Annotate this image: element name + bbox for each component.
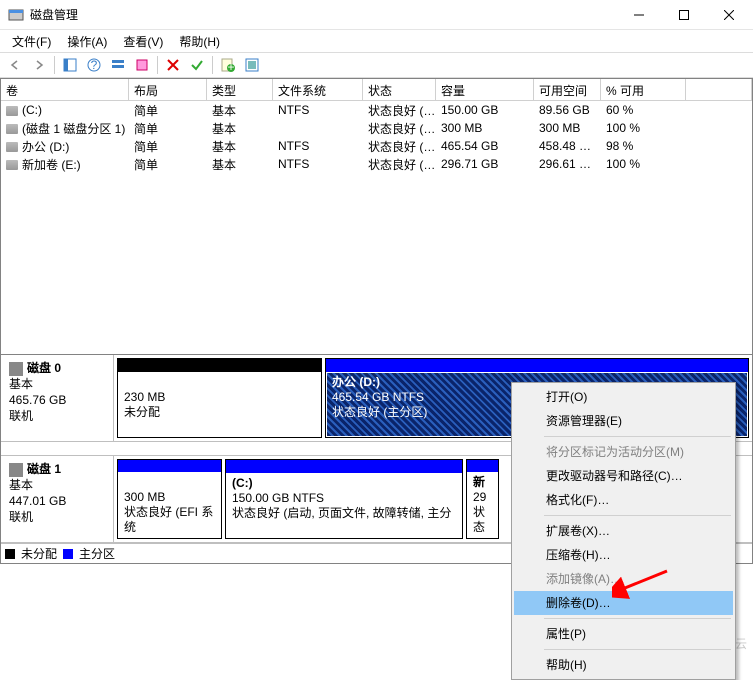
table-row[interactable]: 新加卷 (E:) 简单 基本 NTFS 状态良好 (… 296.71 GB 29… xyxy=(1,155,752,173)
menu-shrink[interactable]: 压缩卷(H)… xyxy=(514,543,733,567)
volume-icon xyxy=(6,142,18,152)
menu-mark-active: 将分区标记为活动分区(M) xyxy=(514,440,733,464)
help-icon[interactable]: ? xyxy=(83,54,105,76)
disk-icon xyxy=(9,362,23,376)
delete-icon[interactable] xyxy=(162,54,184,76)
col-free[interactable]: 可用空间 xyxy=(534,79,601,101)
menu-delete-volume[interactable]: 删除卷(D)… xyxy=(514,591,733,615)
list-icon[interactable] xyxy=(107,54,129,76)
disk-info[interactable]: 磁盘 1 基本 447.01 GB 联机 xyxy=(1,456,114,542)
maximize-button[interactable] xyxy=(661,1,706,29)
partition-unallocated[interactable]: 230 MB 未分配 xyxy=(117,358,322,438)
volume-icon xyxy=(6,124,18,134)
col-type[interactable]: 类型 xyxy=(207,79,273,101)
volume-table: 卷 布局 类型 文件系统 状态 容量 可用空间 % 可用 (C:) 简单 基本 … xyxy=(0,78,753,355)
col-layout[interactable]: 布局 xyxy=(129,79,207,101)
back-icon[interactable] xyxy=(4,54,26,76)
checkmark-icon[interactable] xyxy=(186,54,208,76)
table-row[interactable]: 办公 (D:) 简单 基本 NTFS 状态良好 (… 465.54 GB 458… xyxy=(1,137,752,155)
col-filesystem[interactable]: 文件系统 xyxy=(273,79,363,101)
minimize-button[interactable] xyxy=(616,1,661,29)
menu-change-letter[interactable]: 更改驱动器号和路径(C)… xyxy=(514,464,733,488)
col-volume[interactable]: 卷 xyxy=(1,79,129,101)
volume-icon xyxy=(6,160,18,170)
new-volume-icon[interactable]: + xyxy=(217,54,239,76)
settings-icon[interactable] xyxy=(241,54,263,76)
app-icon xyxy=(8,7,24,23)
menu-open[interactable]: 打开(O) xyxy=(514,385,733,409)
toolbar: ? + xyxy=(0,52,753,78)
forward-icon[interactable] xyxy=(28,54,50,76)
disk-icon xyxy=(9,463,23,477)
menu-view[interactable]: 查看(V) xyxy=(115,31,171,52)
volume-icon xyxy=(6,106,18,116)
action-icon[interactable] xyxy=(131,54,153,76)
menu-help[interactable]: 帮助(H) xyxy=(171,31,228,52)
menu-extend[interactable]: 扩展卷(X)… xyxy=(514,519,733,543)
close-button[interactable] xyxy=(706,1,751,29)
partition[interactable]: (C:) 150.00 GB NTFS 状态良好 (启动, 页面文件, 故障转储… xyxy=(225,459,463,539)
menu-file[interactable]: 文件(F) xyxy=(4,31,59,52)
col-capacity[interactable]: 容量 xyxy=(436,79,534,101)
partition[interactable]: 新 29 状态 xyxy=(466,459,499,539)
menu-action[interactable]: 操作(A) xyxy=(59,31,115,52)
col-percent[interactable]: % 可用 xyxy=(601,79,686,101)
window-title: 磁盘管理 xyxy=(30,6,616,23)
table-header: 卷 布局 类型 文件系统 状态 容量 可用空间 % 可用 xyxy=(1,79,752,101)
col-status[interactable]: 状态 xyxy=(363,79,436,101)
titlebar: 磁盘管理 xyxy=(0,0,753,30)
svg-text:?: ? xyxy=(91,58,98,72)
menu-format[interactable]: 格式化(F)… xyxy=(514,488,733,512)
view-icon[interactable] xyxy=(59,54,81,76)
menu-explorer[interactable]: 资源管理器(E) xyxy=(514,409,733,433)
menu-mirror: 添加镜像(A)… xyxy=(514,567,733,591)
disk-info[interactable]: 磁盘 0 基本 465.76 GB 联机 xyxy=(1,355,114,441)
menu-help[interactable]: 帮助(H) xyxy=(514,653,733,677)
svg-text:+: + xyxy=(227,60,234,72)
context-menu: 打开(O) 资源管理器(E) 将分区标记为活动分区(M) 更改驱动器号和路径(C… xyxy=(511,382,736,680)
menubar: 文件(F) 操作(A) 查看(V) 帮助(H) xyxy=(0,30,753,52)
table-body: (C:) 简单 基本 NTFS 状态良好 (… 150.00 GB 89.56 … xyxy=(1,101,752,173)
menu-properties[interactable]: 属性(P) xyxy=(514,622,733,646)
table-row[interactable]: (C:) 简单 基本 NTFS 状态良好 (… 150.00 GB 89.56 … xyxy=(1,101,752,119)
table-row[interactable]: (磁盘 1 磁盘分区 1) 简单 基本 状态良好 (… 300 MB 300 M… xyxy=(1,119,752,137)
partition[interactable]: 300 MB 状态良好 (EFI 系统 xyxy=(117,459,222,539)
